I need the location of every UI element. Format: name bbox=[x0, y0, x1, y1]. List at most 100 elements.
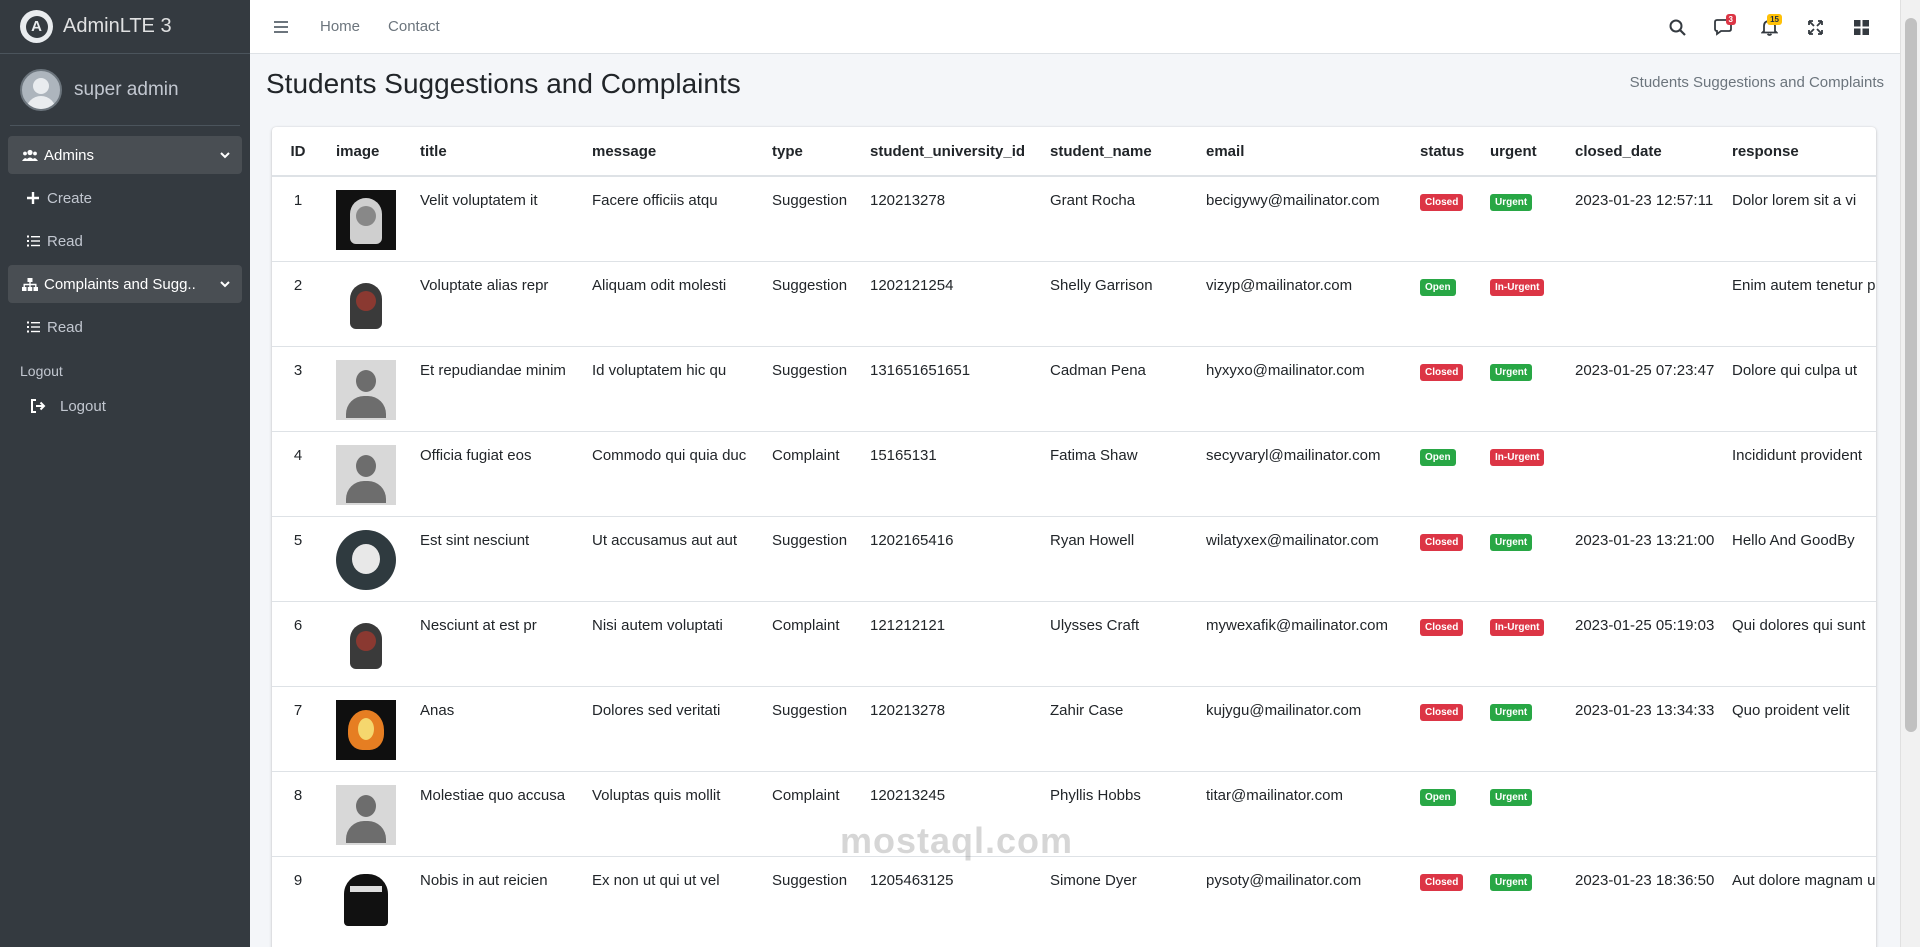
table-row[interactable]: 4 Officia fugiat eos Commodo qui quia duc C… bbox=[272, 430, 1876, 516]
col-title[interactable]: title bbox=[408, 127, 580, 177]
row-image[interactable] bbox=[336, 444, 396, 505]
status-badge: Open bbox=[1420, 788, 1456, 806]
sidebar-item-admins-create[interactable]: Create bbox=[8, 179, 242, 217]
cell-student-university-id: 131651651651 bbox=[858, 345, 1038, 431]
cell-closed-date: 2023-01-25 07:23:47 bbox=[1563, 345, 1720, 431]
col-image[interactable]: image bbox=[324, 127, 408, 177]
cell-id: 7 bbox=[272, 685, 324, 771]
status-badge: Closed bbox=[1420, 618, 1464, 636]
cell-urgent: Urgent bbox=[1478, 175, 1563, 261]
row-image[interactable] bbox=[336, 359, 396, 420]
page-scrollbar[interactable] bbox=[1900, 0, 1920, 947]
col-urgent[interactable]: urgent bbox=[1478, 127, 1563, 177]
scrollbar-thumb[interactable] bbox=[1905, 18, 1917, 732]
cell-id: 4 bbox=[272, 430, 324, 516]
cell-status: Closed bbox=[1408, 345, 1478, 431]
cell-title: Molestiae quo accusa bbox=[408, 770, 580, 856]
cell-type: Complaint bbox=[760, 430, 858, 516]
sitemap-icon bbox=[20, 277, 40, 291]
table-row[interactable]: 2 Voluptate alias repr Aliquam odit molest… bbox=[272, 260, 1876, 346]
col-student-university-id[interactable]: student_university_id bbox=[858, 127, 1038, 177]
cell-email: hyxyxo@mailinator.com bbox=[1194, 345, 1408, 431]
cell-response: Dolore qui culpa ut bbox=[1720, 345, 1876, 431]
col-message[interactable]: message bbox=[580, 127, 760, 177]
cell-response: Qui dolores qui sunt bbox=[1720, 600, 1876, 686]
cell-urgent: Urgent bbox=[1478, 685, 1563, 771]
fullscreen-icon[interactable] bbox=[1792, 0, 1838, 54]
cell-image bbox=[324, 770, 408, 856]
cell-title: Nobis in aut reicien bbox=[408, 855, 580, 941]
cell-status: Open bbox=[1408, 430, 1478, 516]
col-closed-date[interactable]: closed_date bbox=[1563, 127, 1720, 177]
brand-link[interactable]: A AdminLTE 3 bbox=[0, 0, 250, 54]
cell-urgent: In-Urgent bbox=[1478, 260, 1563, 346]
urgent-badge: Urgent bbox=[1490, 873, 1533, 891]
messages-icon[interactable]: 3 bbox=[1700, 0, 1746, 54]
notifications-bell-icon[interactable]: 15 bbox=[1746, 0, 1792, 54]
urgent-badge: Urgent bbox=[1490, 703, 1533, 721]
cell-status: Closed bbox=[1408, 600, 1478, 686]
control-sidebar-icon[interactable] bbox=[1838, 0, 1884, 54]
row-image[interactable] bbox=[336, 784, 396, 845]
col-email[interactable]: email bbox=[1194, 127, 1408, 177]
col-student-name[interactable]: student_name bbox=[1038, 127, 1194, 177]
table-row[interactable]: 5 Est sint nesciunt Ut accusamus aut aut Su… bbox=[272, 515, 1876, 601]
col-type[interactable]: type bbox=[760, 127, 858, 177]
notifications-count-badge: 15 bbox=[1767, 14, 1782, 25]
sidebar-item-complaints[interactable]: Complaints and Sugg.. bbox=[8, 265, 242, 303]
cell-id: 1 bbox=[272, 175, 324, 261]
col-response[interactable]: response bbox=[1720, 127, 1876, 177]
row-image[interactable] bbox=[336, 274, 396, 335]
cell-response: Incididunt provident bbox=[1720, 430, 1876, 516]
user-name[interactable]: super admin bbox=[74, 79, 179, 101]
col-status[interactable]: status bbox=[1408, 127, 1478, 177]
sidebar: A AdminLTE 3 super admin Admins Create R bbox=[0, 0, 250, 947]
cell-image bbox=[324, 430, 408, 516]
col-id[interactable]: ID bbox=[272, 127, 324, 177]
cell-title: Et repudiandae minim bbox=[408, 345, 580, 431]
search-icon[interactable] bbox=[1654, 0, 1700, 54]
cell-message: Aliquam odit molesti bbox=[580, 260, 760, 346]
menu-toggle-icon[interactable] bbox=[274, 20, 296, 33]
table-row[interactable]: 1 Velit voluptatem it Facere officiis atqu… bbox=[272, 175, 1876, 261]
row-image[interactable] bbox=[336, 190, 396, 250]
cell-message: Id voluptatem hic qu bbox=[580, 345, 760, 431]
cell-response: Quo proident velit bbox=[1720, 685, 1876, 771]
table-row[interactable]: 6 Nesciunt at est pr Nisi autem voluptati C… bbox=[272, 600, 1876, 686]
status-badge: Closed bbox=[1420, 873, 1464, 891]
cell-title: Officia fugiat eos bbox=[408, 430, 580, 516]
row-image[interactable] bbox=[336, 699, 396, 760]
row-image[interactable] bbox=[336, 869, 396, 930]
sidebar-item-admins[interactable]: Admins bbox=[8, 136, 242, 174]
cell-type: Complaint bbox=[760, 600, 858, 686]
table-row[interactable]: 7 Anas Dolores sed veritati Suggestion 12021… bbox=[272, 685, 1876, 771]
sign-out-icon bbox=[28, 399, 48, 413]
complaints-table-card: ID image title message type student_univ… bbox=[272, 127, 1876, 947]
cell-type: Suggestion bbox=[760, 685, 858, 771]
urgent-badge: Urgent bbox=[1490, 788, 1533, 806]
cell-image bbox=[324, 685, 408, 771]
cell-student-university-id: 1202121254 bbox=[858, 260, 1038, 346]
user-panel[interactable]: super admin bbox=[10, 54, 240, 126]
sidebar-item-admins-read[interactable]: Read bbox=[8, 222, 242, 260]
table-row[interactable]: 3 Et repudiandae minim Id voluptatem hic q… bbox=[272, 345, 1876, 431]
cell-image bbox=[324, 515, 408, 601]
sidebar-item-complaints-read[interactable]: Read bbox=[8, 308, 242, 346]
cell-id: 3 bbox=[272, 345, 324, 431]
cell-image bbox=[324, 600, 408, 686]
urgent-badge: In-Urgent bbox=[1490, 448, 1545, 466]
row-image[interactable] bbox=[336, 529, 396, 590]
nav-link-home[interactable]: Home bbox=[320, 18, 360, 35]
breadcrumb[interactable]: Students Suggestions and Complaints bbox=[1630, 74, 1884, 91]
table-row[interactable]: 8 Molestiae quo accusa Voluptas quis molli… bbox=[272, 770, 1876, 856]
cell-title: Velit voluptatem it bbox=[408, 175, 580, 261]
cell-urgent: Urgent bbox=[1478, 770, 1563, 856]
brand-text: AdminLTE 3 bbox=[63, 15, 172, 37]
cell-urgent: Urgent bbox=[1478, 345, 1563, 431]
cell-email: becigywy@mailinator.com bbox=[1194, 175, 1408, 261]
watermark: mostaql.com bbox=[840, 820, 1074, 861]
logout-button[interactable]: Logout bbox=[8, 387, 242, 425]
row-image[interactable] bbox=[336, 614, 396, 675]
nav-link-contact[interactable]: Contact bbox=[388, 18, 440, 35]
table-row[interactable]: 9 Nobis in aut reicien Ex non ut qui ut ve… bbox=[272, 855, 1876, 941]
